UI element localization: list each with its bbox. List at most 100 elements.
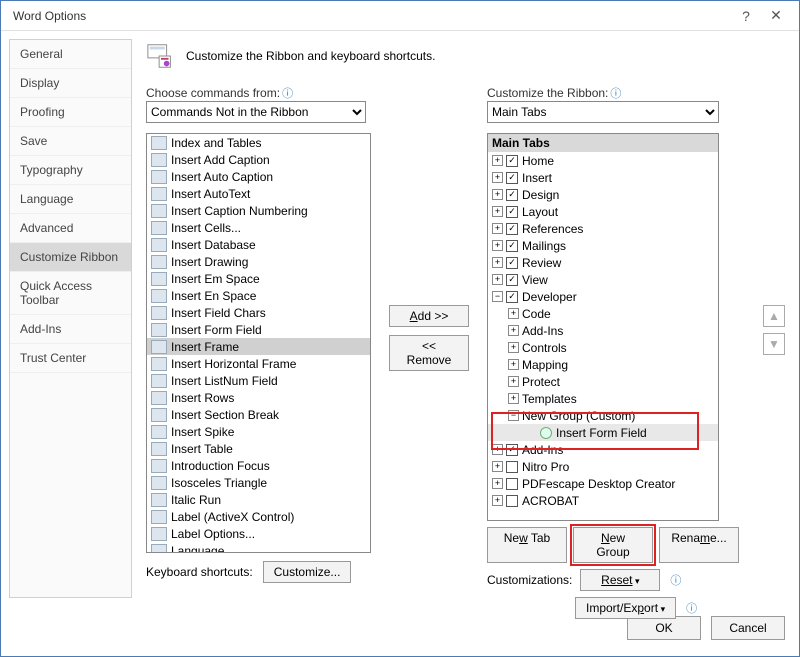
command-item[interactable]: Isosceles Triangle [147, 474, 370, 491]
command-item[interactable]: Insert AutoText [147, 185, 370, 202]
tree-node[interactable]: +✓Mailings [488, 237, 718, 254]
info-icon[interactable]: ⓘ [670, 572, 681, 588]
info-icon[interactable]: ⓘ [610, 88, 621, 100]
choose-commands-combo[interactable]: Commands Not in the Ribbon [146, 101, 366, 123]
command-item[interactable]: Insert Frame [147, 338, 370, 355]
ok-button[interactable]: OK [627, 616, 701, 640]
sidebar-item-general[interactable]: General [10, 40, 131, 69]
info-icon[interactable]: ⓘ [282, 88, 293, 100]
tree-node[interactable]: −✓Developer [488, 288, 718, 305]
sidebar-item-language[interactable]: Language [10, 185, 131, 214]
new-tab-button[interactable]: New Tab [487, 527, 567, 563]
command-item[interactable]: Introduction Focus [147, 457, 370, 474]
expand-icon[interactable]: + [508, 393, 519, 404]
tree-node[interactable]: +✓Review [488, 254, 718, 271]
sidebar-item-typography[interactable]: Typography [10, 156, 131, 185]
checkbox[interactable] [506, 495, 518, 507]
tree-node[interactable]: +Templates [488, 390, 718, 407]
tree-node[interactable]: +✓Layout [488, 203, 718, 220]
checkbox[interactable]: ✓ [506, 172, 518, 184]
sidebar-item-add-ins[interactable]: Add-Ins [10, 315, 131, 344]
close-icon[interactable]: ✕ [761, 7, 791, 24]
expand-icon[interactable]: + [492, 495, 503, 506]
command-item[interactable]: Insert Rows [147, 389, 370, 406]
expand-icon[interactable]: + [492, 478, 503, 489]
expand-icon[interactable]: − [492, 291, 503, 302]
expand-icon[interactable]: + [492, 444, 503, 455]
tree-node[interactable]: +✓Home [488, 152, 718, 169]
commands-listbox[interactable]: Index and TablesInsert Add CaptionInsert… [146, 133, 371, 553]
tree-node[interactable]: +Nitro Pro [488, 458, 718, 475]
sidebar-item-advanced[interactable]: Advanced [10, 214, 131, 243]
command-item[interactable]: Insert Add Caption [147, 151, 370, 168]
command-item[interactable]: Label Options... [147, 525, 370, 542]
reset-button[interactable]: Reset [580, 569, 660, 591]
tree-node[interactable]: +✓Insert [488, 169, 718, 186]
command-item[interactable]: Insert Cells... [147, 219, 370, 236]
tree-node[interactable]: +✓Design [488, 186, 718, 203]
new-group-button[interactable]: New Group [573, 527, 653, 563]
help-icon[interactable]: ? [731, 8, 761, 24]
checkbox[interactable]: ✓ [506, 189, 518, 201]
expand-icon[interactable]: + [492, 240, 503, 251]
checkbox[interactable]: ✓ [506, 274, 518, 286]
tree-node[interactable]: +Add-Ins [488, 322, 718, 339]
checkbox[interactable]: ✓ [506, 223, 518, 235]
command-item[interactable]: Insert Drawing [147, 253, 370, 270]
command-item[interactable]: Insert Database [147, 236, 370, 253]
tree-node[interactable]: +✓Add-Ins [488, 441, 718, 458]
expand-icon[interactable]: + [492, 155, 503, 166]
cancel-button[interactable]: Cancel [711, 616, 785, 640]
expand-icon[interactable]: + [508, 342, 519, 353]
command-item[interactable]: Insert Table [147, 440, 370, 457]
command-item[interactable]: Italic Run [147, 491, 370, 508]
checkbox[interactable]: ✓ [506, 291, 518, 303]
expand-icon[interactable]: + [492, 274, 503, 285]
checkbox[interactable] [506, 461, 518, 473]
tree-node[interactable]: +PDFescape Desktop Creator [488, 475, 718, 492]
sidebar-item-trust-center[interactable]: Trust Center [10, 344, 131, 373]
expand-icon[interactable]: + [508, 308, 519, 319]
tree-node[interactable]: +Code [488, 305, 718, 322]
expand-icon[interactable]: + [508, 359, 519, 370]
ribbon-tree[interactable]: Main Tabs +✓Home+✓Insert+✓Design+✓Layout… [487, 133, 719, 521]
expand-icon[interactable]: − [508, 410, 519, 421]
tree-node[interactable]: +ACROBAT [488, 492, 718, 509]
command-item[interactable]: Language [147, 542, 370, 553]
expand-icon[interactable]: + [508, 325, 519, 336]
tree-node[interactable]: +Protect [488, 373, 718, 390]
checkbox[interactable] [506, 478, 518, 490]
expand-icon[interactable]: + [492, 189, 503, 200]
command-item[interactable]: Insert Form Field [147, 321, 370, 338]
expand-icon[interactable]: + [508, 376, 519, 387]
checkbox[interactable]: ✓ [506, 155, 518, 167]
command-item[interactable]: Label (ActiveX Control) [147, 508, 370, 525]
add-button[interactable]: Add >> [389, 305, 469, 327]
checkbox[interactable]: ✓ [506, 206, 518, 218]
tree-node[interactable]: +Mapping [488, 356, 718, 373]
command-item[interactable]: Insert Section Break [147, 406, 370, 423]
tree-node[interactable]: +Controls [488, 339, 718, 356]
expand-icon[interactable]: + [492, 257, 503, 268]
tree-node[interactable]: +✓View [488, 271, 718, 288]
sidebar-item-quick-access-toolbar[interactable]: Quick Access Toolbar [10, 272, 131, 315]
sidebar-item-save[interactable]: Save [10, 127, 131, 156]
remove-button[interactable]: << Remove [389, 335, 469, 371]
command-item[interactable]: Insert Horizontal Frame [147, 355, 370, 372]
expand-icon[interactable]: + [492, 206, 503, 217]
checkbox[interactable]: ✓ [506, 240, 518, 252]
customize-ribbon-combo[interactable]: Main Tabs [487, 101, 719, 123]
command-item[interactable]: Insert Caption Numbering [147, 202, 370, 219]
sidebar-item-display[interactable]: Display [10, 69, 131, 98]
move-up-button[interactable]: ▲ [763, 305, 785, 327]
checkbox[interactable]: ✓ [506, 257, 518, 269]
customize-keyboard-button[interactable]: Customize... [263, 561, 352, 583]
move-down-button[interactable]: ▼ [763, 333, 785, 355]
expand-icon[interactable]: + [492, 172, 503, 183]
sidebar-item-proofing[interactable]: Proofing [10, 98, 131, 127]
tree-node[interactable]: Insert Form Field [488, 424, 718, 441]
command-item[interactable]: Insert En Space [147, 287, 370, 304]
command-item[interactable]: Insert Em Space [147, 270, 370, 287]
expand-icon[interactable]: + [492, 461, 503, 472]
tree-node[interactable]: +✓References [488, 220, 718, 237]
